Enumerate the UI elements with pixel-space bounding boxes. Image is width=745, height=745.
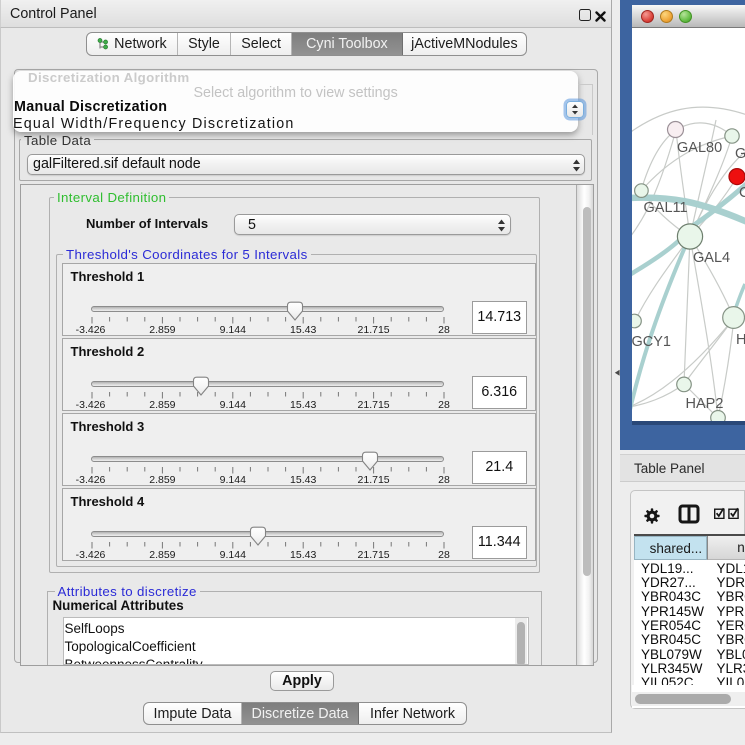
svg-text:GAL11: GAL11	[644, 200, 688, 216]
svg-text:GAL80: GAL80	[677, 140, 722, 156]
svg-text:GAL4: GAL4	[693, 250, 730, 266]
svg-text:HAP2: HAP2	[686, 396, 724, 412]
svg-text:GCY1: GCY1	[632, 334, 671, 350]
svg-text:C: C	[739, 185, 745, 201]
svg-text:H: H	[736, 332, 745, 348]
svg-text:GA: GA	[735, 146, 745, 162]
